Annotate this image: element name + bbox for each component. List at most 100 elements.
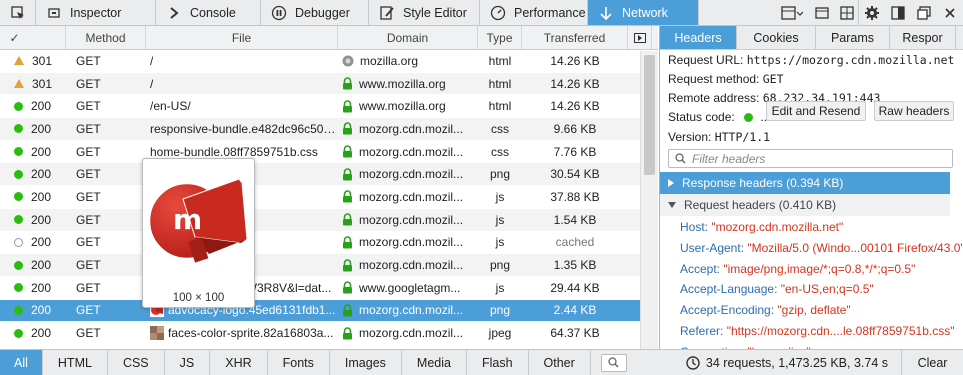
- dock-side-button[interactable]: [885, 0, 911, 25]
- domain: mozorg.cdn.mozil...: [359, 167, 464, 182]
- tab-inspector[interactable]: Inspector: [36, 0, 156, 25]
- request-list-header: ✓ Method File Domain Type Transferred: [0, 26, 658, 50]
- request-list-scrollbar[interactable]: [640, 51, 658, 349]
- raw-headers-button[interactable]: Raw headers: [874, 101, 954, 121]
- request-row[interactable]: 301 GET / www.mozilla.org html 14.26 KB: [0, 72, 658, 96]
- method: GET: [76, 189, 101, 204]
- header-name: Accept:: [680, 261, 721, 276]
- settings-button[interactable]: [859, 0, 885, 25]
- tab-cookies[interactable]: Cookies: [737, 26, 816, 49]
- filter-css[interactable]: CSS: [108, 350, 165, 375]
- lock-icon: [343, 122, 352, 135]
- request-row[interactable]: 200 GET responsive-bundle.e482dc96c502... m…: [0, 118, 658, 141]
- request-row[interactable]: 200GETdad.pngmozorg.cdn.mozil...png1.35 …: [0, 254, 658, 277]
- tab-style-editor[interactable]: Style Editor: [369, 0, 480, 25]
- scrollbar-thumb[interactable]: [644, 55, 655, 175]
- request-row[interactable]: 200 GET/en-US/www.mozilla.org html 14.26 KB: [0, 95, 658, 119]
- transferred: 2.44 KB: [553, 303, 597, 318]
- transferred: 29.44 KB: [550, 280, 600, 295]
- type-cell: png: [478, 258, 522, 272]
- edit-resend-button[interactable]: Edit and Resend: [766, 101, 866, 121]
- tab-console[interactable]: Console: [156, 0, 261, 25]
- request-header-line[interactable]: Referer: "https://mozorg.cdn....le.08ff7…: [680, 324, 954, 338]
- network-icon: [598, 5, 614, 21]
- filter-xhr[interactable]: XHR: [210, 350, 268, 375]
- undock-button[interactable]: [911, 0, 937, 25]
- devtools-toolbar: Inspector Console Debugger Style Editor …: [0, 0, 963, 26]
- network-summary[interactable]: 34 requests, 1,473.25 KB, 3.74 s: [686, 350, 888, 375]
- request-row[interactable]: 200GETa8d78a049.pngmozorg.cdn.mozil...pn…: [0, 163, 658, 187]
- tab-performance[interactable]: Performance: [480, 0, 588, 25]
- element-picker-button[interactable]: [0, 0, 36, 25]
- request-row[interactable]: 200 GET faces-color-sprite.82a16803a... moz…: [0, 322, 658, 345]
- inspector-icon: [46, 5, 62, 21]
- transferred-cell: 2.44 KB: [522, 303, 628, 317]
- request-row[interactable]: 301 GET / mozilla.org html 14.26 KB: [0, 50, 658, 73]
- column-transferred[interactable]: Transferred: [522, 26, 628, 49]
- file-name: /: [150, 53, 154, 68]
- domain: mozorg.cdn.mozil...: [359, 235, 464, 250]
- filter-media[interactable]: Media: [402, 350, 467, 375]
- tab-debugger[interactable]: Debugger: [261, 0, 369, 25]
- file-cell: faces-color-sprite.82a16803a...: [146, 326, 338, 341]
- clear-button[interactable]: Clear: [901, 350, 963, 375]
- request-row[interactable]: 200GETgtm.js?id=GTM-MW3R8V&l=dat...www.g…: [0, 277, 658, 300]
- filter-js[interactable]: JS: [165, 350, 211, 375]
- request-row[interactable]: 200 GET home-bundle.08ff7859751b.css mozorg…: [0, 141, 658, 164]
- response-headers-section[interactable]: Response headers (0.394 KB): [660, 172, 950, 194]
- method: GET: [76, 303, 101, 318]
- request-header-line[interactable]: Host: "mozorg.cdn.mozilla.net": [680, 220, 843, 234]
- column-domain[interactable]: Domain: [338, 26, 478, 49]
- screenshot-button[interactable]: [809, 0, 835, 25]
- filter-other[interactable]: Other: [529, 350, 591, 375]
- url-filter-button[interactable]: [600, 353, 627, 372]
- status-code: 301: [32, 53, 53, 68]
- section-label: Request headers (0.410 KB): [684, 198, 837, 212]
- ok-status-icon: [14, 328, 23, 338]
- filter-flash[interactable]: Flash: [467, 350, 529, 375]
- type-cell: js: [478, 235, 522, 249]
- transferred-cell: 7.76 KB: [522, 145, 628, 159]
- method: GET: [76, 76, 101, 91]
- scratchpad-button[interactable]: [835, 0, 859, 25]
- column-method[interactable]: Method: [66, 26, 146, 49]
- close-devtools-button[interactable]: [937, 0, 963, 25]
- request-row[interactable]: 200GET1bf0a.jsmozorg.cdn.mozil...jscache…: [0, 232, 658, 255]
- ok-status-icon: [14, 147, 23, 157]
- stopwatch-icon: [686, 355, 700, 370]
- request-header-line[interactable]: User-Agent: "Mozilla/5.0 (Windo...00101 …: [680, 241, 963, 255]
- transferred: 14.26 KB: [550, 99, 600, 114]
- status-cell: 301: [0, 54, 66, 68]
- request-row[interactable]: 200 GET advocacy-logo.45ed6131fdb1... mozor…: [0, 299, 658, 323]
- status-cell: 200: [0, 167, 66, 181]
- domain: www.mozilla.org: [359, 76, 446, 91]
- status-code: 200: [31, 121, 52, 136]
- filter-images[interactable]: Images: [330, 350, 402, 375]
- column-type[interactable]: Type: [478, 26, 522, 49]
- tab-network[interactable]: Network: [588, 0, 699, 25]
- request-row[interactable]: 200GET6502d6f.jsmozorg.cdn.mozil...js1.5…: [0, 208, 658, 232]
- request-header-line[interactable]: Accept-Encoding: "gzip, deflate": [680, 303, 851, 317]
- tab-label: Debugger: [295, 5, 350, 20]
- column-file[interactable]: File: [146, 26, 338, 49]
- filter-html[interactable]: HTML: [43, 350, 108, 375]
- request-header-line[interactable]: Accept: "image/png,image/*;q=0.8,*/*;q=0…: [680, 262, 915, 276]
- tab-response[interactable]: Respor: [890, 26, 956, 49]
- filter-headers-input[interactable]: Filter headers: [668, 149, 953, 168]
- responsive-mode-button[interactable]: [775, 0, 809, 25]
- request-headers-section[interactable]: Request headers (0.410 KB): [660, 194, 950, 216]
- column-status[interactable]: ✓: [0, 26, 66, 49]
- domain: mozorg.cdn.mozil...: [359, 303, 464, 318]
- button-label: Clear: [917, 355, 948, 370]
- filter-fonts[interactable]: Fonts: [268, 350, 330, 375]
- request-header-line[interactable]: Accept-Language: "en-US,en;q=0.5": [680, 282, 874, 296]
- status-code: 200: [31, 303, 52, 318]
- file-name: responsive-bundle.e482dc96c502...: [150, 121, 338, 136]
- status-code-label: Status code:: [668, 110, 735, 124]
- lock-icon: [343, 213, 352, 226]
- column-waterfall-toggle[interactable]: [628, 26, 652, 49]
- filter-all[interactable]: All: [0, 350, 43, 375]
- tab-headers[interactable]: Headers: [660, 26, 737, 49]
- request-row[interactable]: 200GETe.9a4bc89b47...mozorg.cdn.mozil...…: [0, 186, 658, 209]
- tab-params[interactable]: Params: [816, 26, 890, 49]
